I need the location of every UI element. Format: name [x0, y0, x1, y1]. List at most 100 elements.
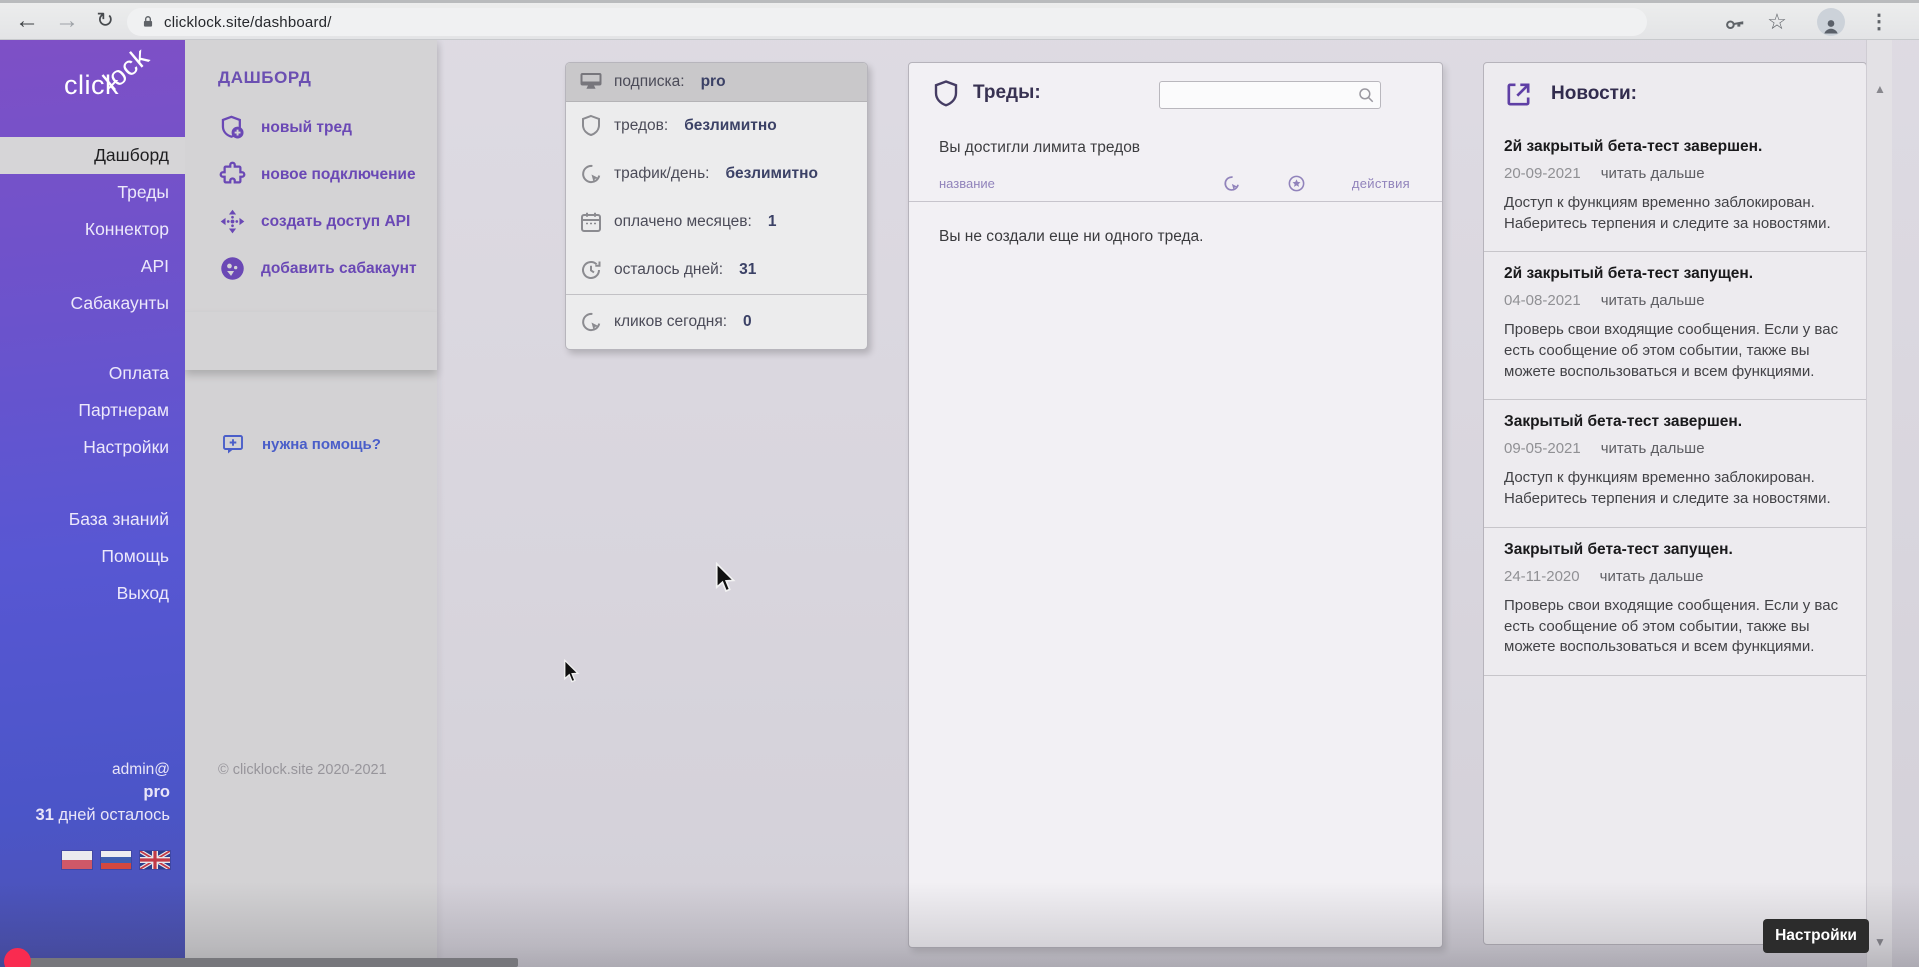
- stat-label: подписка:: [614, 73, 685, 91]
- need-help-label: нужна помощь?: [262, 436, 381, 453]
- quick-action-label: новый тред: [261, 119, 352, 137]
- new-connection-button[interactable]: новое подключение: [185, 151, 437, 198]
- badge-star-icon: [1287, 174, 1306, 193]
- need-help-link[interactable]: нужна помощь?: [185, 432, 437, 456]
- move-arrows-icon: [219, 208, 246, 235]
- mouse-cursor-secondary: [562, 659, 582, 689]
- calendar-icon: [579, 210, 603, 234]
- news-title: Новости:: [1551, 83, 1637, 105]
- mouse-cursor: [713, 562, 739, 599]
- sidebar-item-payment[interactable]: Оплата: [0, 355, 185, 392]
- stat-row-days-left: осталось дней: 31: [566, 246, 867, 294]
- news-item-date: 09-05-2021: [1504, 440, 1581, 457]
- browser-menu-icon[interactable]: ⋮: [1862, 3, 1896, 40]
- threads-title: Треды:: [973, 82, 1041, 104]
- news-item-body: Доступ к функциям временно заблокирован.…: [1504, 193, 1846, 234]
- quick-action-label: новое подключение: [261, 166, 416, 184]
- read-more-link[interactable]: читать дальше: [1601, 292, 1705, 309]
- sidebar-item-threads[interactable]: Треды: [0, 174, 185, 211]
- forward-icon[interactable]: →: [52, 3, 82, 40]
- news-item-date: 04-08-2021: [1504, 292, 1581, 309]
- read-more-link[interactable]: читать дальше: [1601, 165, 1705, 182]
- create-api-access-button[interactable]: создать доступ API: [185, 198, 437, 245]
- sidebar-item-partners[interactable]: Партнерам: [0, 392, 185, 429]
- news-item-title: Закрытый бета-тест завершен.: [1504, 413, 1846, 431]
- profile-icon[interactable]: [1814, 3, 1848, 40]
- stat-label: осталось дней:: [614, 261, 723, 279]
- sidebar-item-connector[interactable]: Коннектор: [0, 211, 185, 248]
- search-input[interactable]: [1160, 87, 1357, 103]
- stat-row-clicks-today: кликов сегодня: 0: [566, 294, 867, 349]
- settings-tooltip: Настройки: [1763, 919, 1869, 953]
- threads-empty-message: Вы не создали еще ни одного треда.: [909, 202, 1442, 246]
- quick-actions-card: ДАШБОРД новый тред новое подключение: [185, 40, 437, 312]
- account-email: admin@: [36, 761, 170, 779]
- language-flags: [62, 851, 170, 869]
- news-item-date: 20-09-2021: [1504, 165, 1581, 182]
- sidebar-item-help[interactable]: Помощь: [0, 538, 185, 575]
- url-text: clicklock.site/dashboard/: [164, 14, 332, 31]
- news-item: 2й закрытый бета-тест запущен. 04-08-202…: [1484, 251, 1866, 399]
- sidebar-item-subaccounts[interactable]: Сабакаунты: [0, 285, 185, 322]
- stat-label: кликов сегодня:: [614, 313, 727, 331]
- uk-flag[interactable]: [140, 851, 170, 869]
- key-icon[interactable]: [1718, 3, 1752, 40]
- stat-value: pro: [701, 73, 726, 91]
- copyright-text: © clicklock.site 2020-2021: [218, 762, 387, 778]
- read-more-link[interactable]: читать дальше: [1601, 440, 1705, 457]
- subscription-card: подписка: pro тредов: безлимитно трафик/…: [565, 62, 868, 350]
- sidebar: clicklock Дашборд Треды Коннектор API Са…: [0, 40, 185, 967]
- sidebar-item-settings[interactable]: Настройки: [0, 429, 185, 466]
- click-icon: [579, 162, 603, 186]
- page-scrollbar[interactable]: ▲ ▼: [1866, 40, 1892, 967]
- puzzle-icon: [219, 161, 246, 188]
- avatar: [1817, 8, 1845, 36]
- refresh-icon[interactable]: ↻: [90, 3, 120, 40]
- back-icon[interactable]: ←: [12, 3, 42, 40]
- news-item-body: Проверь свои входящие сообщения. Если у …: [1504, 320, 1846, 382]
- empty-card: [185, 312, 437, 370]
- quick-action-label: создать доступ API: [261, 213, 410, 231]
- monitor-icon: [579, 70, 603, 94]
- read-more-link[interactable]: читать дальше: [1600, 568, 1704, 585]
- sidebar-item-dashboard[interactable]: Дашборд: [0, 137, 185, 174]
- new-thread-button[interactable]: новый тред: [185, 104, 437, 151]
- stat-row-traffic: трафик/день: безлимитно: [566, 150, 867, 198]
- news-item-title: 2й закрытый бета-тест запущен.: [1504, 265, 1846, 283]
- shield-icon: [579, 114, 603, 138]
- quick-actions-list: новый тред новое подключение создать дос…: [185, 104, 437, 292]
- news-item: Закрытый бета-тест запущен. 24-11-2020 ч…: [1484, 527, 1866, 675]
- browser-toolbar: ← → ↻ clicklock.site/dashboard/ ☆ ⋮: [0, 0, 1919, 40]
- search-icon[interactable]: [1357, 86, 1381, 104]
- threads-search[interactable]: [1159, 81, 1381, 109]
- help-bubble-icon: [221, 432, 245, 456]
- shield-icon: [931, 78, 961, 115]
- click-icon: [579, 310, 603, 334]
- news-panel: Новости: 2й закрытый бета-тест завершен.…: [1483, 62, 1867, 945]
- sidebar-item-logout[interactable]: Выход: [0, 575, 185, 612]
- sidebar-item-knowledge-base[interactable]: База знаний: [0, 501, 185, 538]
- click-icon: [1222, 174, 1241, 193]
- stat-label: трафик/день:: [614, 165, 709, 183]
- news-item-body: Проверь свои входящие сообщения. Если у …: [1504, 596, 1846, 658]
- stat-label: тредов:: [614, 117, 668, 135]
- poland-flag[interactable]: [62, 851, 92, 869]
- stat-row-months: оплачено месяцев: 1: [566, 198, 867, 246]
- account-plan: pro: [36, 783, 170, 802]
- lock-icon: [141, 14, 155, 30]
- bookmark-star-icon[interactable]: ☆: [1760, 3, 1794, 40]
- days-text: дней осталось: [54, 806, 170, 824]
- scroll-down-icon[interactable]: ▼: [1867, 935, 1893, 949]
- add-subaccount-button[interactable]: добавить сабакаунт: [185, 245, 437, 292]
- scroll-up-icon[interactable]: ▲: [1867, 82, 1893, 96]
- news-header: Новости:: [1484, 63, 1866, 125]
- threads-table-header: название действия: [909, 174, 1442, 202]
- russia-flag[interactable]: [101, 851, 131, 869]
- video-progress-artifact: [26, 958, 518, 967]
- stat-value: 31: [739, 261, 756, 279]
- sidebar-item-api[interactable]: API: [0, 248, 185, 285]
- stat-value: безлимитно: [725, 165, 818, 183]
- address-bar[interactable]: clicklock.site/dashboard/: [127, 8, 1647, 36]
- stat-row-threads: тредов: безлимитно: [566, 102, 867, 150]
- stat-label: оплачено месяцев:: [614, 213, 752, 231]
